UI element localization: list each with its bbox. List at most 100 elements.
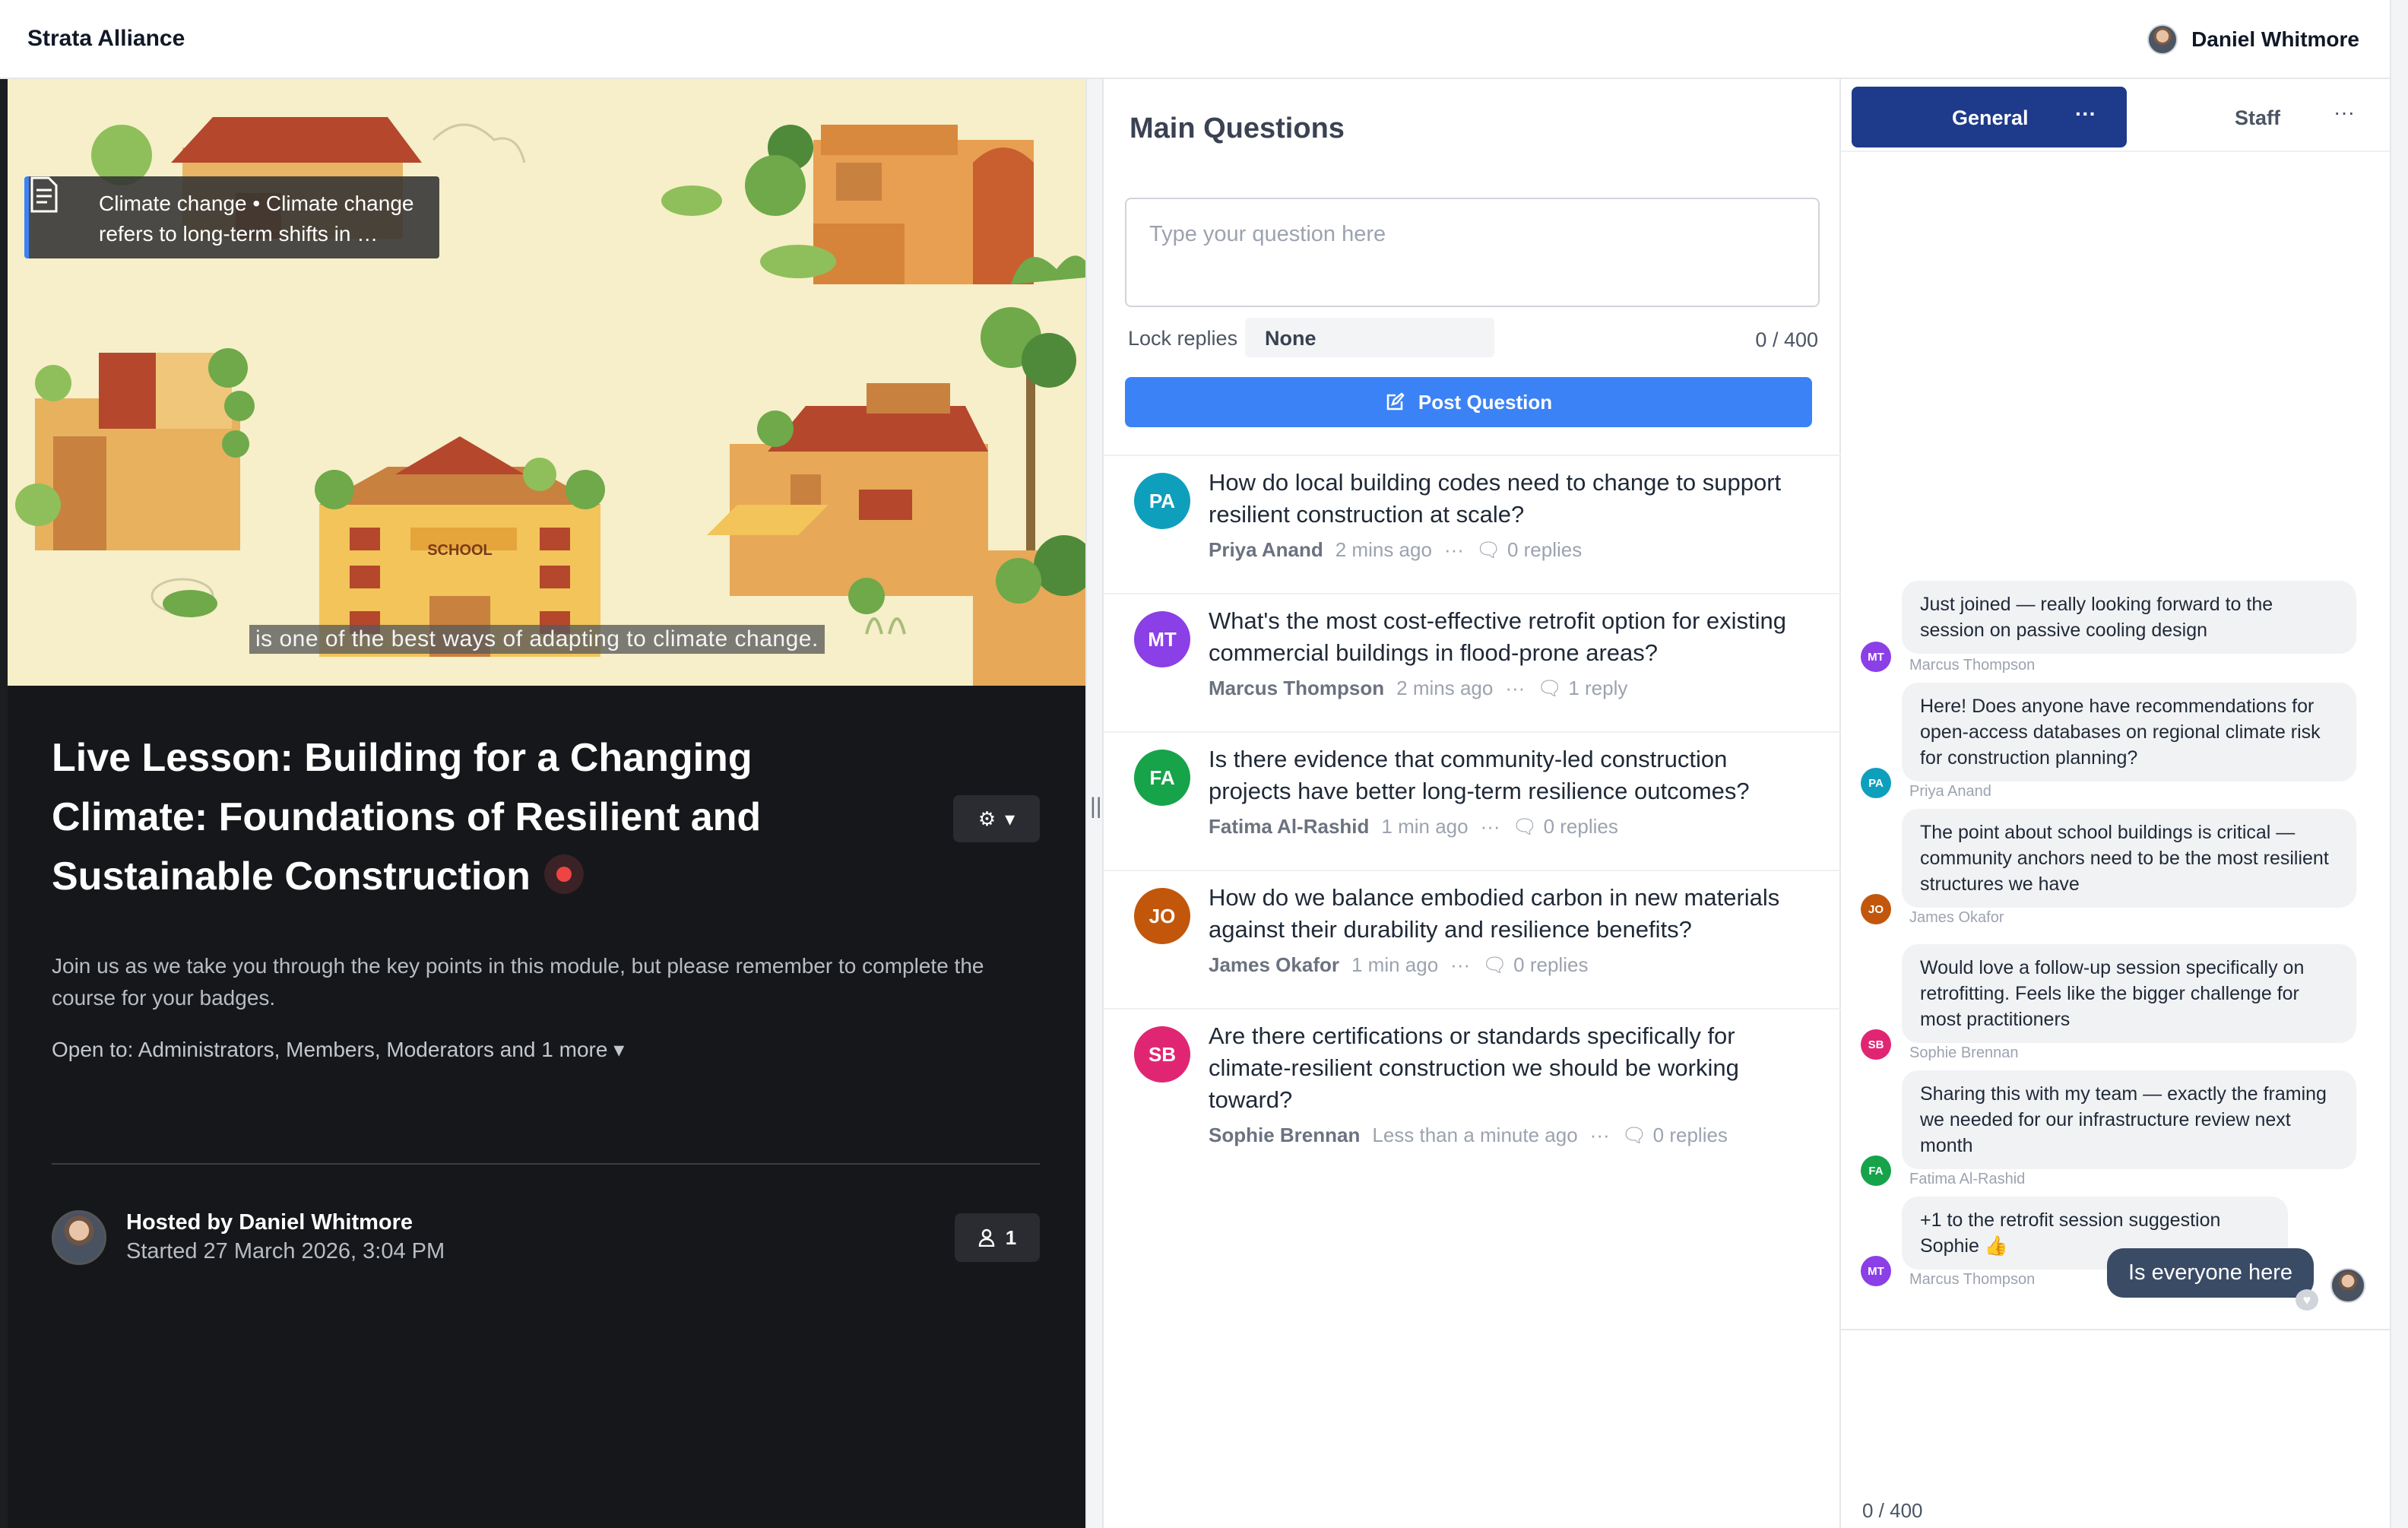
drag-grip-icon: ||	[1090, 794, 1102, 819]
lesson-title: Live Lesson: Building for a Changing Cli…	[52, 728, 918, 906]
gear-icon: ⚙	[977, 807, 996, 830]
own-message-bubble: Is everyone here	[2107, 1248, 2315, 1298]
topic-caption-card[interactable]: Climate change • Climate change refers t…	[24, 176, 439, 258]
lock-replies-label: Lock replies	[1128, 327, 1238, 350]
caption-text: Climate change • Climate change refers t…	[99, 192, 414, 246]
replies-link[interactable]: 🗨 0 replies	[1513, 815, 1618, 838]
question-item[interactable]: FA Is there evidence that community-led …	[1104, 731, 1841, 870]
more-options-icon[interactable]: ···	[2075, 102, 2096, 126]
question-author-avatar: MT	[1134, 611, 1190, 667]
question-text: How do we balance embodied carbon in new…	[1209, 884, 1780, 943]
user-name[interactable]: Daniel Whitmore	[2191, 27, 2359, 52]
question-author: Sophie Brennan	[1209, 1124, 1361, 1146]
message-author: Fatima Al-Rashid	[1909, 1171, 2026, 1187]
question-author: Priya Anand	[1209, 538, 1323, 561]
replies-count: 0 replies	[1513, 953, 1589, 976]
question-text: What's the most cost-effective retrofit …	[1209, 607, 1786, 666]
divider	[52, 1163, 1040, 1165]
question-meta: James Okafor 1 min ago ··· 🗨 0 replies	[1209, 953, 1588, 977]
question-item[interactable]: SB Are there certifications or standards…	[1104, 1008, 1841, 1177]
document-icon	[30, 176, 58, 213]
question-char-counter: 0 / 400	[1755, 328, 1818, 351]
more-options-icon[interactable]: ···	[1450, 953, 1470, 977]
top-bar: Strata Alliance Daniel Whitmore	[0, 0, 2394, 79]
comment-icon: 🗨	[1621, 1124, 1647, 1146]
message-author: James Okafor	[1909, 909, 2004, 926]
lock-replies-select[interactable]: None	[1245, 318, 1494, 357]
attendee-count: 1	[1005, 1225, 1017, 1249]
question-time: Less than a minute ago	[1372, 1124, 1578, 1146]
video-frame-illustration: SCHOOL	[8, 79, 1085, 686]
live-indicator-icon	[543, 854, 584, 895]
question-item[interactable]: PA How do local building codes need to c…	[1104, 455, 1841, 593]
tab-general-label: General	[1952, 106, 2029, 129]
more-options-icon[interactable]: ···	[1481, 815, 1500, 838]
question-time: 1 min ago	[1381, 815, 1469, 838]
question-time: 1 min ago	[1351, 953, 1439, 976]
question-input[interactable]: Type your question here	[1125, 198, 1820, 307]
question-item[interactable]: MT What's the most cost-effective retrof…	[1104, 593, 1841, 731]
message-author: Priya Anand	[1909, 783, 1991, 800]
lesson-description: Join us as we take you through the key p…	[52, 954, 984, 1010]
attendee-count-button[interactable]: 1	[955, 1213, 1040, 1262]
settings-button[interactable]: ⚙ ▾	[953, 795, 1040, 842]
video-subtitle: is one of the best ways of adapting to c…	[249, 625, 825, 654]
replies-link[interactable]: 🗨 0 replies	[1476, 538, 1582, 562]
user-menu[interactable]: Daniel Whitmore	[2147, 24, 2359, 55]
question-author-avatar: FA	[1134, 750, 1190, 806]
post-question-button[interactable]: Post Question	[1125, 377, 1812, 427]
message-bubble: Sharing this with my team — exactly the …	[1902, 1070, 2356, 1169]
question-time: 2 mins ago	[1335, 538, 1432, 561]
lesson-title-text: Live Lesson: Building for a Changing Cli…	[52, 736, 762, 899]
message-bubble: The point about school buildings is crit…	[1902, 809, 2356, 908]
message-avatar: JO	[1861, 894, 1891, 924]
more-options-icon[interactable]: ···	[1590, 1124, 1610, 1147]
brand-name[interactable]: Strata Alliance	[27, 26, 185, 52]
message-avatar: MT	[1861, 1256, 1891, 1286]
question-author-avatar: SB	[1134, 1026, 1190, 1083]
own-avatar	[2330, 1268, 2365, 1303]
replies-count: 0 replies	[1652, 1124, 1728, 1146]
message-bubble: Would love a follow-up session specifica…	[1902, 944, 2356, 1043]
heart-icon[interactable]: ♥	[2296, 1289, 2318, 1311]
replies-link[interactable]: 🗨 1 reply	[1537, 677, 1627, 700]
more-options-icon[interactable]: ···	[2334, 100, 2355, 125]
question-text: How do local building codes need to chan…	[1209, 469, 1782, 528]
question-meta: Sophie Brennan Less than a minute ago ··…	[1209, 1124, 1728, 1147]
replies-count: 0 replies	[1543, 815, 1618, 838]
question-text: Is there evidence that community-led con…	[1209, 746, 1750, 804]
replies-link[interactable]: 🗨 0 replies	[1482, 953, 1588, 977]
replies-link[interactable]: 🗨 0 replies	[1622, 1124, 1728, 1147]
user-avatar[interactable]	[2147, 24, 2178, 55]
left-edge-strip	[0, 79, 8, 1528]
video-player[interactable]: SCHOOL Climate change • Climate change r…	[8, 79, 1085, 686]
question-author: James Okafor	[1209, 953, 1339, 976]
tab-general[interactable]: General ···	[1852, 87, 2127, 147]
school-sign: SCHOOL	[427, 542, 493, 559]
message-avatar: SB	[1861, 1029, 1891, 1060]
replies-count: 0 replies	[1507, 538, 1583, 561]
tab-staff[interactable]: Staff	[2235, 106, 2280, 130]
more-options-icon[interactable]: ···	[1444, 538, 1464, 562]
open-to-dropdown[interactable]: Open to: Administrators, Members, Modera…	[52, 1037, 624, 1062]
chat-input[interactable]	[1841, 1329, 2390, 1528]
message-author: Sophie Brennan	[1909, 1045, 2019, 1061]
caret-down-icon: ▾	[613, 1038, 625, 1061]
window-scrollbar[interactable]	[2390, 0, 2408, 1528]
person-icon	[978, 1228, 995, 1247]
message-avatar: PA	[1861, 768, 1891, 798]
question-meta: Fatima Al-Rashid 1 min ago ··· 🗨 0 replie…	[1209, 815, 1618, 838]
message-author: Marcus Thompson	[1909, 1271, 2036, 1288]
panel-resize-handle[interactable]: ||	[1085, 79, 1104, 1528]
more-options-icon[interactable]: ···	[1505, 677, 1525, 700]
lesson-info: Live Lesson: Building for a Changing Cli…	[8, 686, 1085, 1528]
question-author: Marcus Thompson	[1209, 677, 1385, 699]
questions-heading: Main Questions	[1130, 113, 1345, 144]
comment-icon: 🗨	[1475, 538, 1501, 561]
replies-count: 1 reply	[1568, 677, 1628, 699]
comment-icon: 🗨	[1537, 677, 1563, 699]
question-meta: Priya Anand 2 mins ago ··· 🗨 0 replies	[1209, 538, 1582, 562]
question-item[interactable]: JO How do we balance embodied carbon in …	[1104, 870, 1841, 1008]
message-avatar: MT	[1861, 642, 1891, 672]
chat-char-counter: 0 / 400	[1862, 1499, 1923, 1522]
